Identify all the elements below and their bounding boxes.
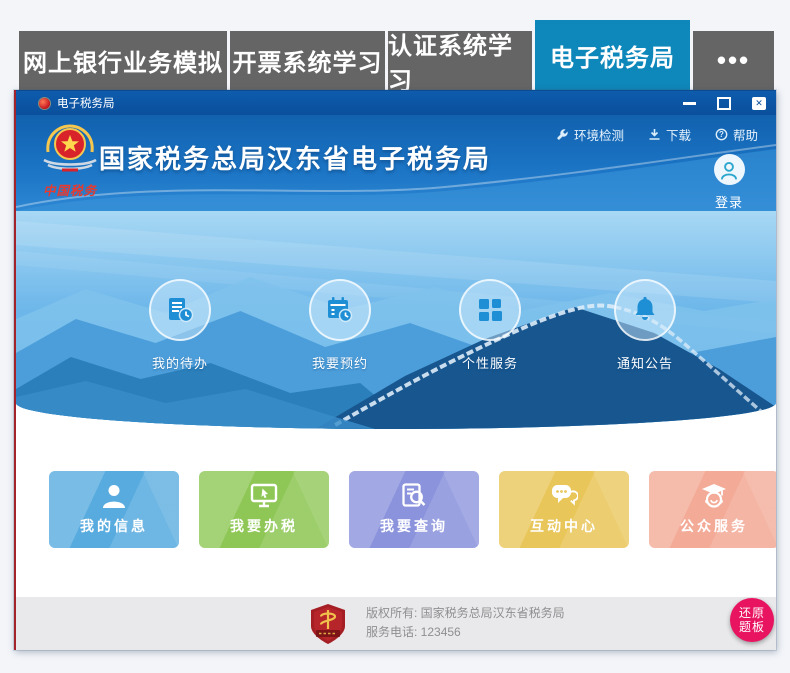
user-icon [720,161,738,180]
content-area: 我的信息 我要办税 我要查询 互动中心 公众服务 [16,429,776,597]
tab-invoicing-system[interactable]: 开票系统学习 [230,31,385,90]
card-public-services[interactable]: 公众服务 [649,471,776,548]
card-label: 我要查询 [380,518,448,534]
download-label: 下载 [665,129,691,143]
chat-bubbles-icon [552,485,578,506]
help-icon: ? [715,128,728,141]
china-tax-emblem-icon: 中国税务 [34,122,106,199]
feature-circle [614,279,676,341]
card-handle-tax[interactable]: 我要办税 [199,471,329,548]
login-label: 登录 [714,195,743,210]
download-link[interactable]: 下载 [648,125,691,144]
feature-personal-services[interactable]: 个性服务 [445,279,535,372]
card-interaction-center[interactable]: 互动中心 [499,471,629,548]
grid-apps-icon [479,299,502,321]
etax-window: 电子税务局 中国税务 [14,90,776,650]
tab-online-banking-sim[interactable]: 网上银行业务模拟 [19,31,227,90]
page: 网上银行业务模拟 开票系统学习 认证系统学习 电子税务局 ••• 电子税务局 ✕… [0,0,790,673]
help-link[interactable]: ? 帮助 [715,125,758,144]
environment-check-link[interactable]: 环境检测 [556,125,624,144]
site-header: 中国税务 国家税务总局汉东省电子税务局 环境检测 下载 ? 帮助 登录 [16,115,776,211]
restore-label-line1: 还原 [738,606,765,620]
login-avatar-circle [713,154,745,185]
svg-text:?: ? [719,130,724,139]
copyright-line: 版权所有: 国家税务总局汉东省税务局 [366,606,565,620]
feature-circle [309,279,371,341]
download-icon [649,129,660,140]
feature-label: 我的待办 [151,356,208,371]
user-silhouette-icon [103,485,125,508]
feature-label: 个性服务 [461,356,518,371]
close-button[interactable] [752,96,766,110]
card-my-information[interactable]: 我的信息 [49,471,179,548]
feature-label: 通知公告 [616,356,673,371]
card-query[interactable]: 我要查询 [349,471,479,548]
monitor-cursor-icon [250,483,278,508]
feature-circle [459,279,521,341]
tax-shield-badge-icon [308,603,348,650]
restore-board-button[interactable]: 还原 题板 [730,598,774,642]
tab-bar: 网上银行业务模拟 开票系统学习 认证系统学习 电子税务局 ••• [19,20,774,95]
card-label: 公众服务 [680,518,748,534]
card-label: 互动中心 [530,518,598,534]
feature-my-todo[interactable]: 我的待办 [135,279,225,372]
feature-circle [149,279,211,341]
maximize-button[interactable] [717,96,731,110]
minimize-button[interactable] [683,101,696,105]
footer: 版权所有: 国家税务总局汉东省税务局 服务电话: 123456 还原 题板 [16,597,776,650]
bell-icon [635,296,655,320]
hero-banner: 我的待办 我要预约 个性服务 通知公告 [16,211,776,429]
tab-auth-system[interactable]: 认证系统学习 [388,31,532,95]
help-label: 帮助 [732,129,758,143]
site-title: 国家税务总局汉东省电子税务局 [99,144,492,174]
window-controls [683,96,776,110]
restore-label-line2: 题板 [738,620,765,634]
feature-label: 我要预约 [311,356,368,371]
service-phone-line: 服务电话: 123456 [366,625,461,639]
card-label: 我要办税 [230,518,298,534]
window-title: 电子税务局 [57,98,115,110]
footer-text: 版权所有: 国家税务总局汉东省税务局 服务电话: 123456 [366,604,565,642]
wrench-icon [557,129,568,140]
calendar-clock-icon [328,297,353,323]
feature-announcements[interactable]: 通知公告 [600,279,690,372]
header-quick-links: 环境检测 下载 ? 帮助 [556,125,758,144]
tab-more[interactable]: ••• [693,31,774,90]
window-titlebar: 电子税务局 [16,90,776,115]
environment-check-label: 环境检测 [573,129,624,143]
login-button[interactable]: 登录 [706,154,752,211]
document-search-icon [402,483,426,507]
tab-etax-bureau[interactable]: 电子税务局 [535,20,690,90]
feature-appointment[interactable]: 我要预约 [295,279,385,372]
card-label: 我的信息 [80,518,148,534]
graduate-headset-icon [702,484,726,508]
emblem-caption: 中国税务 [42,184,97,198]
todo-list-clock-icon [169,298,194,323]
tax-emblem-mini-icon [39,97,50,109]
card-row: 我的信息 我要办税 我要查询 互动中心 公众服务 [49,471,776,548]
